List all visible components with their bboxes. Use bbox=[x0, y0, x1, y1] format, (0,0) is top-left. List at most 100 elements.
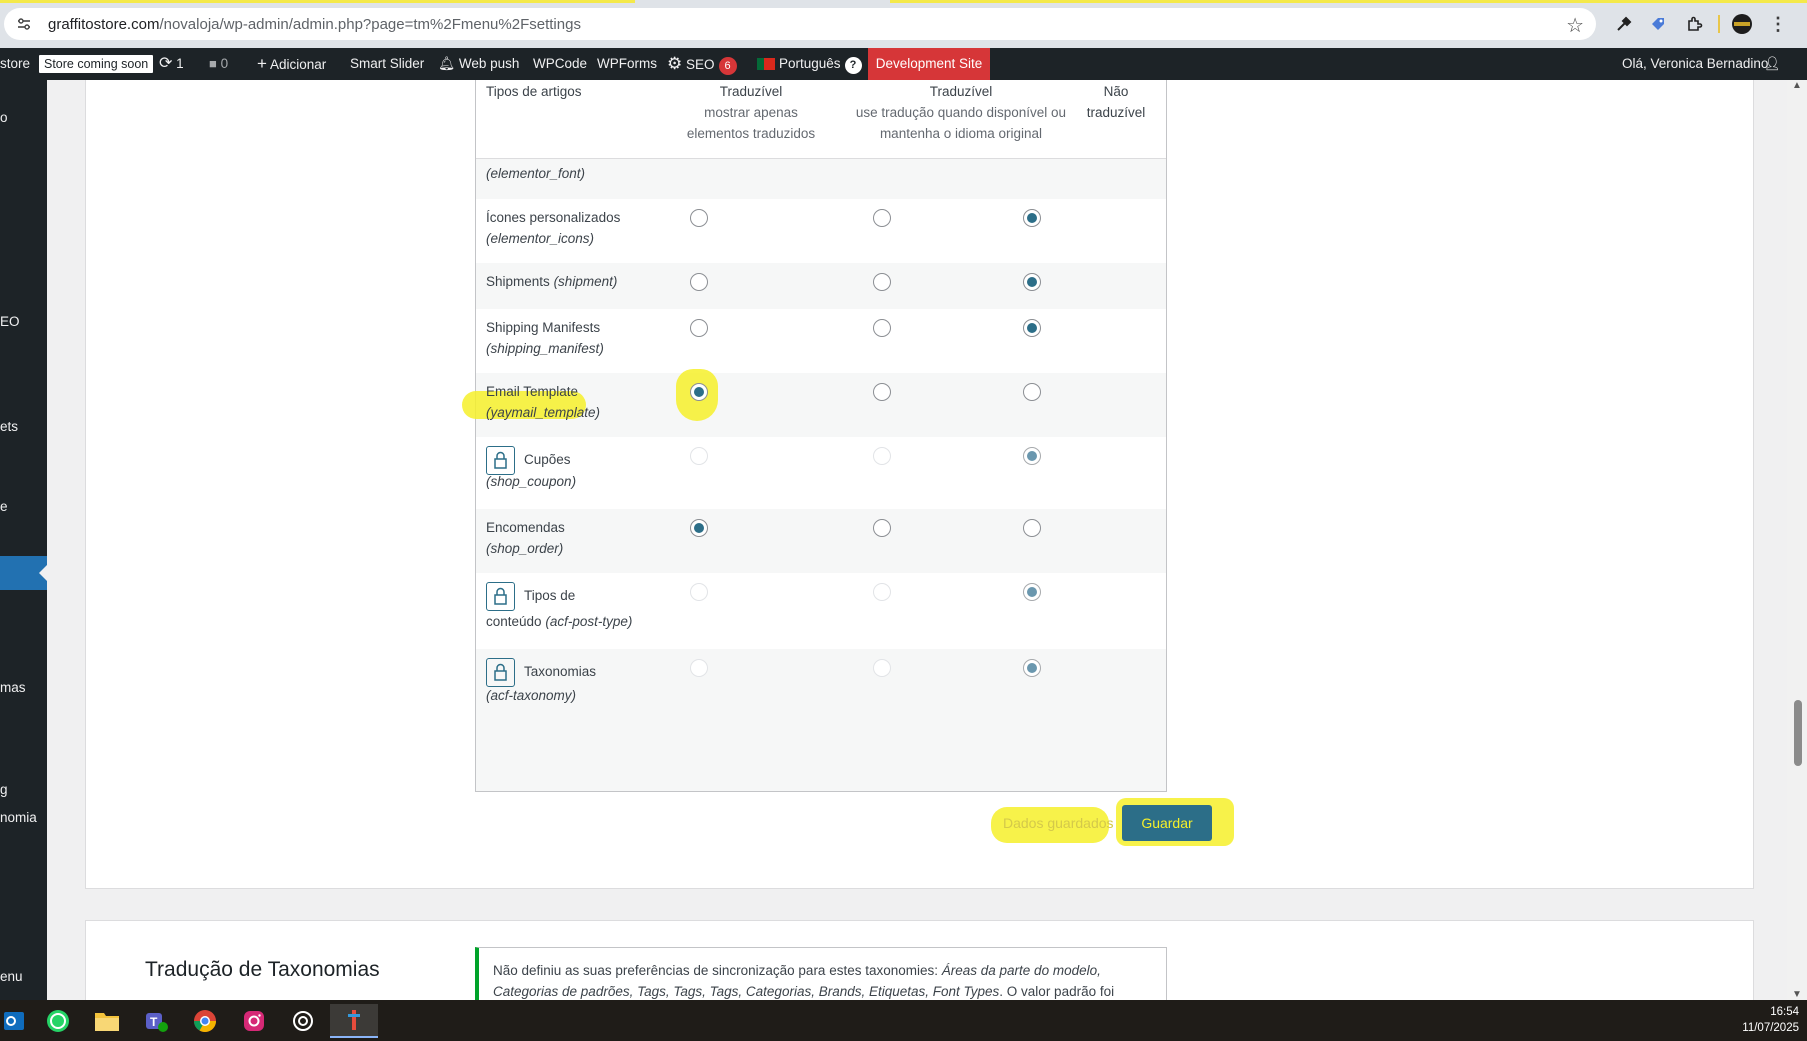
extensions-icon[interactable] bbox=[1682, 12, 1706, 36]
development-site-badge[interactable]: Development Site bbox=[868, 48, 990, 80]
table-row: (elementor_font) bbox=[476, 159, 1166, 199]
language-label: Português bbox=[779, 56, 841, 71]
portugal-flag-icon bbox=[757, 58, 775, 71]
comments-link[interactable]: ■ 0 bbox=[209, 48, 228, 80]
teams-icon[interactable]: T bbox=[136, 1004, 176, 1038]
sidebar-item-active[interactable] bbox=[0, 556, 47, 590]
table-row: Taxonomias (acf-taxonomy) bbox=[476, 649, 1166, 791]
column-title: Não bbox=[1103, 84, 1129, 99]
notice-taxonomy-list: Categorias de padrões, Tags, Tags, Tags,… bbox=[493, 984, 1000, 999]
instagram-icon[interactable] bbox=[234, 1004, 274, 1038]
post-type-name: Email Template bbox=[486, 384, 579, 399]
updates-link[interactable]: ⟳ 1 bbox=[159, 48, 184, 80]
sync-notice: Não definiu as suas preferências de sinc… bbox=[475, 947, 1167, 1000]
taxonomy-translation-panel: Tradução de Taxonomias Não definiu as su… bbox=[85, 920, 1754, 1000]
seo-link[interactable]: ⚙ SEO 6 bbox=[667, 48, 737, 80]
sidebar-item[interactable]: ets bbox=[0, 419, 18, 434]
notice-text: . O valor padrão foi bbox=[999, 984, 1115, 999]
file-explorer-icon[interactable] bbox=[87, 1004, 127, 1038]
comments-count: 0 bbox=[220, 56, 229, 71]
radio-not-translatable[interactable] bbox=[1023, 209, 1041, 227]
sidebar-item[interactable]: g bbox=[0, 782, 8, 797]
save-button[interactable]: Guardar bbox=[1122, 805, 1212, 841]
sidebar-item[interactable]: nomia bbox=[0, 810, 37, 825]
radio-translatable-fallback[interactable] bbox=[873, 209, 891, 227]
system-clock[interactable]: 16:54 11/07/2025 bbox=[1742, 1004, 1799, 1036]
tag-extension-icon[interactable] bbox=[1646, 12, 1670, 36]
web-push-label: Web push bbox=[458, 56, 520, 71]
column-subtitle: use tradução quando disponível ou bbox=[855, 105, 1067, 120]
lock-icon[interactable] bbox=[486, 658, 515, 687]
column-title: Traduzível bbox=[719, 84, 783, 99]
radio-not-translatable[interactable] bbox=[1023, 273, 1041, 291]
toolbar-divider bbox=[1718, 15, 1720, 33]
radio-translatable[interactable] bbox=[690, 273, 708, 291]
chatgpt-icon[interactable] bbox=[283, 1004, 323, 1038]
lock-icon[interactable] bbox=[486, 582, 515, 611]
post-types-settings-panel: Tipos de artigos Traduzível mostrar apen… bbox=[85, 80, 1754, 889]
bell-icon: 🔔︎ bbox=[438, 56, 456, 71]
radio-translatable-fallback[interactable] bbox=[873, 273, 891, 291]
outlook-icon[interactable] bbox=[0, 1004, 34, 1038]
scrollbar-thumb[interactable] bbox=[1794, 700, 1802, 766]
page-scrollbar[interactable]: ▲ ▼ bbox=[1787, 80, 1807, 1000]
url-text[interactable]: graffitostore.com/novaloja/wp-admin/admi… bbox=[48, 16, 581, 33]
table-row: Encomendas (shop_order) bbox=[476, 509, 1166, 573]
post-type-name: Ícones personalizados bbox=[486, 210, 621, 225]
notice-taxonomy-list: Áreas da parte do modelo, bbox=[941, 963, 1101, 978]
wp-admin-bar: store Store coming soon ⟳ 1 ■ 0 + Adicio… bbox=[0, 48, 1807, 80]
profile-icon[interactable] bbox=[1730, 12, 1754, 36]
scroll-down-arrow-icon[interactable]: ▼ bbox=[1792, 989, 1802, 1000]
tune-icon[interactable] bbox=[16, 16, 32, 32]
browser-toolbar: graffitostore.com/novaloja/wp-admin/admi… bbox=[0, 0, 1807, 48]
smart-slider-link[interactable]: Smart Slider bbox=[350, 48, 424, 80]
radio-not-translatable[interactable] bbox=[1023, 519, 1041, 537]
url-path: /novaloja/wp-admin/admin.php?page=tm%2Fm… bbox=[159, 16, 581, 33]
post-type-slug: (shipment) bbox=[553, 274, 618, 289]
app-icon[interactable] bbox=[330, 1004, 378, 1038]
radio-translatable bbox=[690, 447, 708, 465]
store-coming-soon-badge[interactable]: Store coming soon bbox=[39, 55, 154, 73]
user-greeting[interactable]: Olá, Veronica Bernadino bbox=[1622, 48, 1768, 80]
scroll-up-arrow-icon[interactable]: ▲ bbox=[1792, 80, 1802, 91]
post-type-slug: (shop_coupon) bbox=[486, 474, 577, 489]
radio-translatable-fallback bbox=[873, 659, 891, 677]
web-push-link[interactable]: 🔔︎ Web push bbox=[438, 48, 519, 80]
radio-translatable[interactable] bbox=[690, 209, 708, 227]
sidebar-item[interactable]: enu bbox=[0, 969, 23, 984]
whatsapp-icon[interactable] bbox=[38, 1004, 78, 1038]
user-avatar-icon[interactable]: 👤︎ bbox=[1764, 48, 1781, 80]
radio-translatable-fallback[interactable] bbox=[873, 319, 891, 337]
address-bar[interactable]: graffitostore.com/novaloja/wp-admin/admi… bbox=[4, 8, 1596, 40]
chrome-icon[interactable] bbox=[185, 1004, 225, 1038]
site-name-link[interactable]: store bbox=[0, 48, 30, 80]
sidebar-item[interactable]: o bbox=[0, 110, 8, 125]
saved-message: Dados guardados bbox=[1003, 815, 1114, 831]
column-header-translatable-fallback: Traduzível use tradução quando disponíve… bbox=[831, 81, 1091, 144]
sidebar-item[interactable]: mas bbox=[0, 680, 26, 695]
wpcode-link[interactable]: WPCode bbox=[533, 48, 587, 80]
radio-not-translatable[interactable] bbox=[1023, 319, 1041, 337]
radio-translatable[interactable] bbox=[690, 383, 708, 401]
column-subtitle: mostrar apenas bbox=[704, 105, 798, 120]
radio-translatable-fallback bbox=[873, 583, 891, 601]
radio-translatable-fallback[interactable] bbox=[873, 383, 891, 401]
star-icon[interactable]: ☆ bbox=[1566, 13, 1584, 38]
tab-strip-accent bbox=[0, 0, 635, 3]
radio-translatable-fallback[interactable] bbox=[873, 519, 891, 537]
table-row: Shipments (shipment) bbox=[476, 263, 1166, 309]
add-new-link[interactable]: + Adicionar bbox=[257, 48, 326, 80]
radio-not-translatable[interactable] bbox=[1023, 383, 1041, 401]
wpforms-link[interactable]: WPForms bbox=[597, 48, 657, 80]
sidebar-item[interactable]: e bbox=[0, 499, 8, 514]
post-type-name: Shipments bbox=[486, 274, 550, 289]
post-type-name: Cupões bbox=[524, 452, 571, 467]
seo-count-badge: 6 bbox=[718, 57, 737, 75]
language-switcher[interactable]: Português? bbox=[757, 48, 862, 80]
radio-translatable[interactable] bbox=[690, 519, 708, 537]
menu-dots-icon[interactable]: ⋮ bbox=[1766, 12, 1790, 36]
post-types-table: Tipos de artigos Traduzível mostrar apen… bbox=[462, 80, 1167, 792]
sidebar-item[interactable]: EO bbox=[0, 314, 20, 329]
eyedropper-icon[interactable] bbox=[1612, 12, 1636, 36]
radio-translatable[interactable] bbox=[690, 319, 708, 337]
